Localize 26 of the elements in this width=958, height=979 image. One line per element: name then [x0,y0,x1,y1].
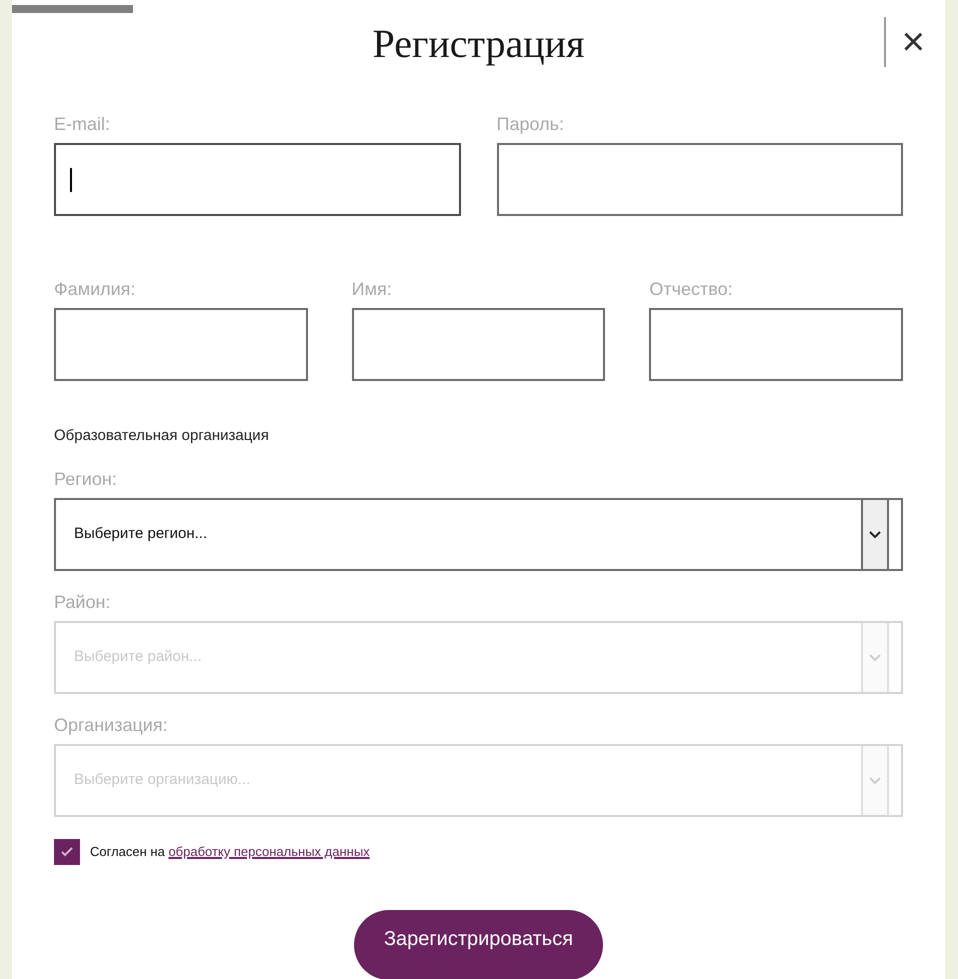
field-label: Организация: [54,714,169,736]
field-label: E-mail: [54,113,112,135]
register-button[interactable]: Зарегистрироваться [354,910,604,979]
text-cursor [70,168,72,192]
close-button[interactable]: × [902,22,925,62]
chevron-down-icon [868,652,882,662]
field-label: Имя: [352,278,393,300]
privacy-link[interactable]: обработку персональных данных [168,844,370,859]
chevron-down-icon [868,775,882,785]
input-field[interactable] [352,308,606,381]
field-label: Отчество: [649,278,734,300]
consent-checkbox[interactable] [54,838,80,864]
dialog-title: Регистрация [372,20,584,68]
input-field[interactable] [54,143,460,216]
check-icon [61,846,73,856]
consent-text: Согласен на [90,844,165,859]
field-label: Фамилия: [54,278,136,300]
input-field[interactable] [496,143,903,216]
input-field[interactable] [54,308,308,381]
input-field[interactable] [649,308,904,381]
section-title: Образовательная организация [54,426,270,446]
field-label: Район: [54,590,112,612]
select-field[interactable]: Выберите регион... [54,498,903,570]
chevron-down-icon [868,529,882,539]
field-label: Регион: [54,468,118,490]
field-label: Пароль: [496,113,565,135]
